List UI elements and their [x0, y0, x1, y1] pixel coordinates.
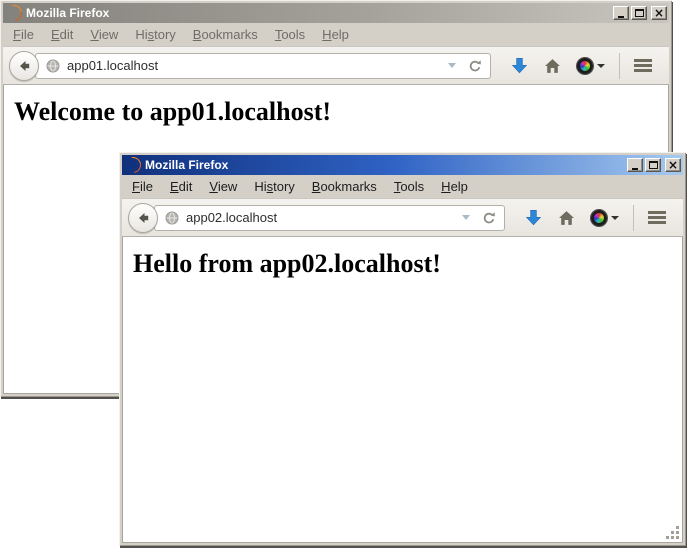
menu-history[interactable]: History: [135, 27, 175, 42]
menu-view[interactable]: View: [90, 27, 118, 42]
download-button[interactable]: [525, 209, 542, 226]
back-arrow-icon: [135, 210, 151, 226]
menu-history[interactable]: History: [254, 179, 294, 194]
minimize-icon: [632, 168, 638, 170]
url-bar[interactable]: app01.localhost: [35, 53, 491, 79]
home-button[interactable]: [544, 58, 561, 74]
firefox-logo-icon: [125, 157, 141, 173]
page-content-app02: Hello from app02.localhost!: [122, 237, 683, 543]
maximize-button[interactable]: [645, 158, 661, 172]
resize-grip[interactable]: [666, 526, 680, 540]
urlbar-dropdown-icon[interactable]: [448, 63, 456, 68]
menu-help[interactable]: Help: [441, 179, 468, 194]
maximize-button[interactable]: [631, 6, 647, 20]
menu-edit[interactable]: Edit: [170, 179, 192, 194]
close-button[interactable]: ×: [665, 158, 681, 172]
download-button[interactable]: [511, 57, 528, 74]
menu-tools[interactable]: Tools: [275, 27, 305, 42]
navigation-toolbar: app01.localhost: [3, 46, 669, 85]
extension-button[interactable]: [591, 210, 619, 226]
maximize-icon: [649, 161, 658, 169]
minimize-button[interactable]: [627, 158, 643, 172]
globe-icon[interactable]: [46, 59, 60, 73]
menu-bookmarks[interactable]: Bookmarks: [193, 27, 258, 42]
reload-icon[interactable]: [482, 211, 496, 225]
download-icon: [525, 209, 542, 226]
download-icon: [511, 57, 528, 74]
menu-tools[interactable]: Tools: [394, 179, 424, 194]
home-button[interactable]: [558, 210, 575, 226]
app-menu-button[interactable]: [634, 59, 652, 72]
menu-bar: File Edit View History Bookmarks Tools H…: [3, 23, 669, 46]
menu-view[interactable]: View: [209, 179, 237, 194]
globe-icon[interactable]: [165, 211, 179, 225]
page-heading: Hello from app02.localhost!: [133, 249, 682, 279]
url-bar[interactable]: app02.localhost: [154, 205, 505, 231]
window-title: Mozilla Firefox: [26, 6, 611, 20]
menu-file[interactable]: File: [13, 27, 34, 42]
titlebar[interactable]: Mozilla Firefox ×: [122, 155, 683, 175]
colorwheel-icon: [591, 210, 607, 226]
menu-bar: File Edit View History Bookmarks Tools H…: [122, 175, 683, 198]
toolbar-separator: [619, 53, 620, 79]
url-text[interactable]: app02.localhost: [186, 210, 462, 225]
window-title: Mozilla Firefox: [145, 158, 625, 172]
close-icon: ×: [668, 159, 678, 171]
home-icon: [558, 210, 575, 226]
urlbar-dropdown-icon[interactable]: [462, 215, 470, 220]
url-text[interactable]: app01.localhost: [67, 58, 448, 73]
back-arrow-icon: [16, 58, 32, 74]
hamburger-icon: [634, 59, 652, 72]
toolbar-separator: [633, 205, 634, 231]
window-controls: ×: [611, 6, 667, 20]
firefox-window-app02: Mozilla Firefox × File Edit View History…: [119, 152, 686, 546]
back-button[interactable]: [128, 203, 158, 233]
close-button[interactable]: ×: [651, 6, 667, 20]
menu-edit[interactable]: Edit: [51, 27, 73, 42]
extension-button[interactable]: [577, 58, 605, 74]
page-heading: Welcome to app01.localhost!: [14, 97, 668, 127]
navigation-toolbar: app02.localhost: [122, 198, 683, 237]
menu-help[interactable]: Help: [322, 27, 349, 42]
home-icon: [544, 58, 561, 74]
minimize-icon: [618, 16, 624, 18]
menu-file[interactable]: File: [132, 179, 153, 194]
titlebar[interactable]: Mozilla Firefox ×: [3, 3, 669, 23]
window-controls: ×: [625, 158, 681, 172]
close-icon: ×: [654, 7, 664, 19]
firefox-logo-icon: [6, 5, 22, 21]
hamburger-icon: [648, 211, 666, 224]
back-button[interactable]: [9, 51, 39, 81]
reload-icon[interactable]: [468, 59, 482, 73]
chevron-down-icon: [597, 64, 605, 68]
chevron-down-icon: [611, 216, 619, 220]
app-menu-button[interactable]: [648, 211, 666, 224]
menu-bookmarks[interactable]: Bookmarks: [312, 179, 377, 194]
maximize-icon: [635, 9, 644, 17]
minimize-button[interactable]: [613, 6, 629, 20]
colorwheel-icon: [577, 58, 593, 74]
